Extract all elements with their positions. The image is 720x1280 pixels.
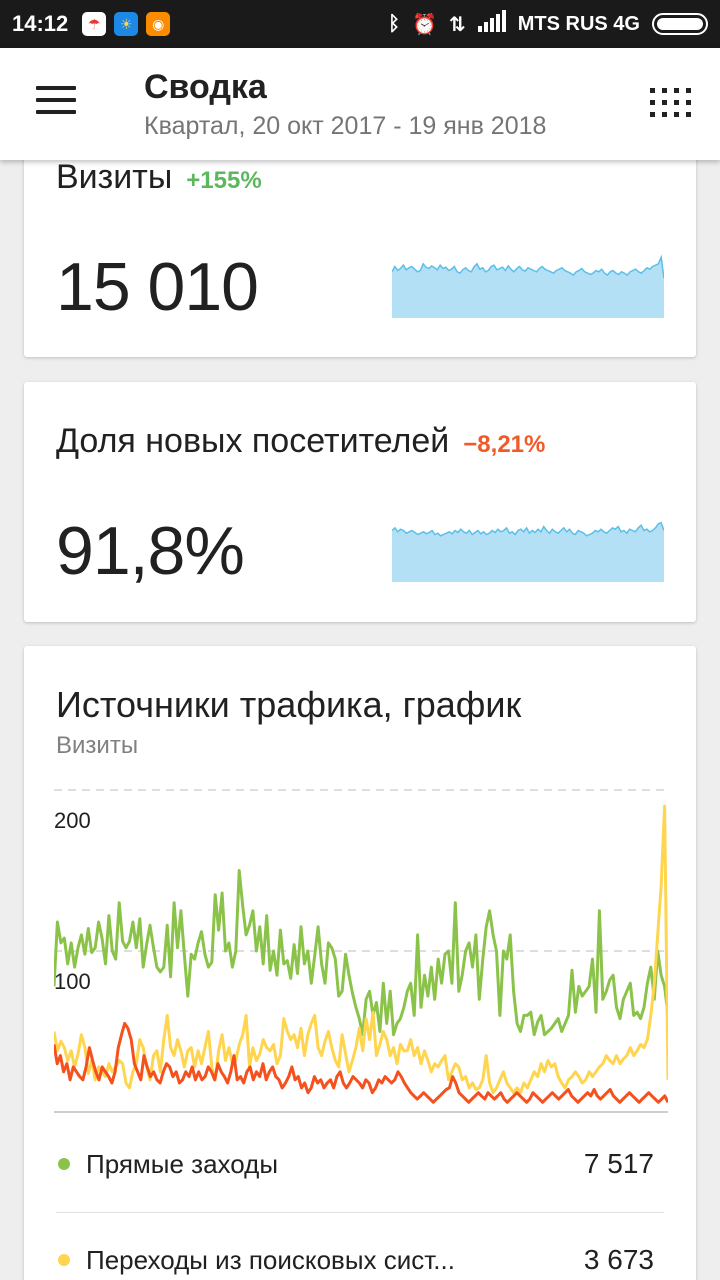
visits-card-title: Визиты +155% (56, 158, 262, 197)
status-bar: 14:12 ☂ ☀ ◉ ᛒ ⏰ ⇅ MTS RUS 4G (0, 0, 720, 48)
legend-value-search: 3 673 (583, 1244, 654, 1275)
weather-app-icon: ☀ (114, 12, 139, 36)
new-visitors-card-title: Доля новых посетителей −8,21% (56, 422, 545, 461)
y-tick-label-100: 100 (54, 969, 91, 994)
new-visitors-card[interactable]: Доля новых посетителей −8,21% 91,8% (24, 382, 696, 622)
app-bar: Сводка Квартал, 20 окт 2017 - 19 янв 201… (0, 48, 720, 160)
series-line-direct (54, 869, 668, 1037)
alarm-icon: ⏰ (412, 13, 437, 36)
visits-card[interactable]: Визиты +155% 15 010 (24, 130, 696, 357)
legend-item-direct[interactable]: Прямые заходы 7 517 (56, 1116, 664, 1212)
status-time: 14:12 (12, 11, 69, 36)
visits-title-text: Визиты (56, 158, 173, 196)
new-visitors-title-text: Доля новых посетителей (56, 422, 450, 460)
signal-icon (477, 10, 506, 38)
traffic-sources-card[interactable]: Источники трафика, график Визиты 100 200 … (24, 646, 696, 1280)
traffic-line-chart: 100 200 (54, 789, 668, 1113)
traffic-card-title: Источники трафика, график (56, 684, 522, 725)
carrier-label: MTS RUS 4G (517, 12, 640, 35)
visits-sparkline (392, 254, 664, 318)
new-visitors-delta: −8,21% (463, 431, 546, 458)
data-arrows-icon: ⇅ (448, 13, 466, 36)
hamburger-menu-icon[interactable] (36, 86, 76, 120)
page-title: Сводка (144, 68, 267, 106)
new-visitors-sparkline (392, 521, 664, 582)
umbrella-app-icon: ☂ (82, 12, 107, 36)
date-range-subtitle[interactable]: Квартал, 20 окт 2017 - 19 янв 2018 (144, 112, 546, 141)
visits-value: 15 010 (56, 249, 259, 325)
legend-label-search: Переходы из поисковых сист... (86, 1244, 455, 1275)
battery-icon (652, 13, 708, 35)
legend-value-direct: 7 517 (583, 1148, 654, 1179)
traffic-card-subtitle: Визиты (56, 732, 139, 759)
legend-item-search[interactable]: Переходы из поисковых сист... 3 673 (56, 1212, 664, 1280)
grid-apps-icon[interactable] (650, 88, 694, 120)
new-visitors-value: 91,8% (56, 513, 245, 589)
visits-delta: +155% (186, 167, 262, 194)
orange-app-icon: ◉ (146, 12, 171, 36)
legend-label-direct: Прямые заходы (86, 1148, 279, 1179)
legend-dot-direct (58, 1158, 70, 1170)
y-tick-label-200: 200 (54, 808, 91, 833)
legend-dot-search (58, 1254, 70, 1266)
bluetooth-icon: ᛒ (388, 12, 401, 35)
